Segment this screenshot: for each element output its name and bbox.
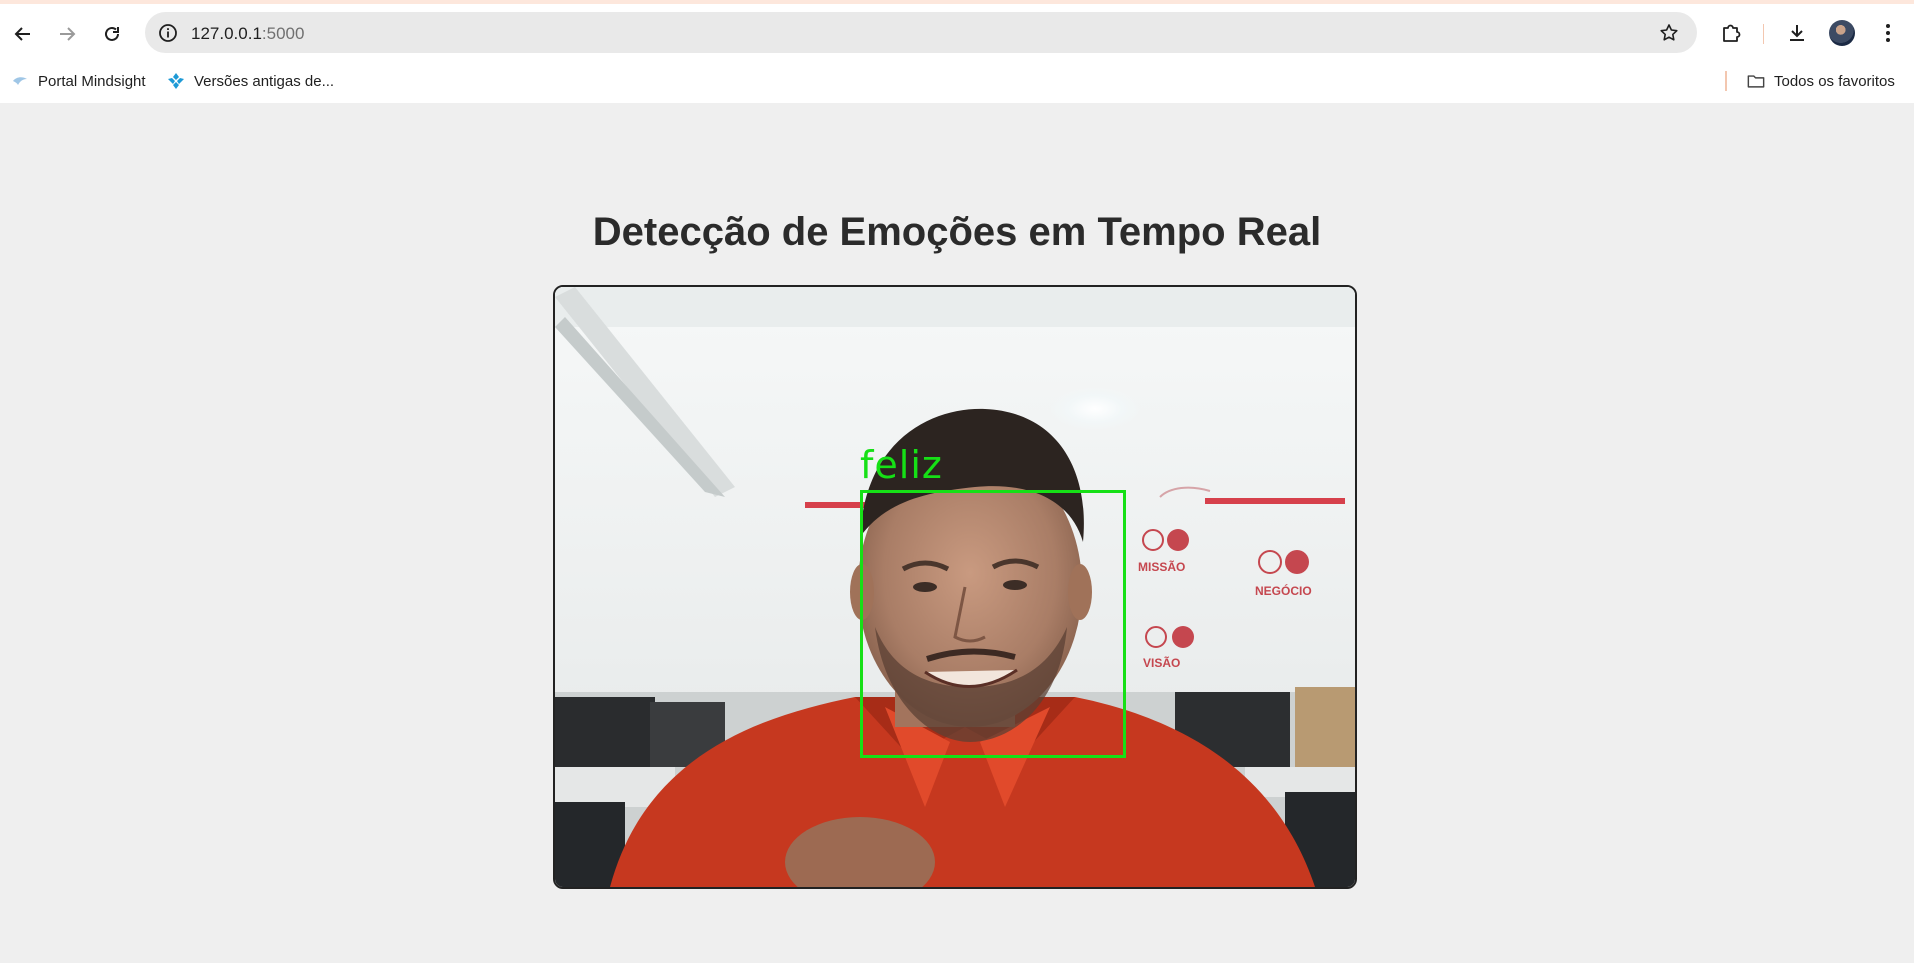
all-bookmarks-label: Todos os favoritos xyxy=(1774,72,1895,90)
profile-avatar[interactable] xyxy=(1829,20,1855,46)
bookmarks-divider xyxy=(1725,71,1727,91)
puzzle-icon xyxy=(1723,24,1741,42)
wall-sign-negocio: NEGÓCIO xyxy=(1255,583,1312,598)
back-arrow-icon xyxy=(14,27,30,41)
bookmark-star-icon[interactable] xyxy=(1657,21,1681,45)
reload-button[interactable] xyxy=(94,16,130,52)
download-icon xyxy=(1790,25,1804,41)
extensions-button[interactable] xyxy=(1716,18,1746,48)
folder-icon xyxy=(1747,72,1765,90)
forward-button[interactable] xyxy=(49,16,85,52)
page-title: Detecção de Emoções em Tempo Real xyxy=(592,210,1322,254)
url-text[interactable]: 127.0.0.1:5000 xyxy=(191,24,304,44)
menu-button[interactable] xyxy=(1873,18,1903,48)
face-detection-box xyxy=(860,490,1126,758)
toolbar-divider xyxy=(1763,24,1764,44)
url-host: 127.0.0.1 xyxy=(191,24,262,43)
bookmarks-bar: Portal Mindsight Versões antigas de... T… xyxy=(0,59,1914,103)
webcam-video-feed: MISSÃO NEGÓCIO VISÃO feliz xyxy=(553,285,1357,889)
forward-arrow-icon xyxy=(60,27,76,41)
wall-sign-missao: MISSÃO xyxy=(1138,559,1185,574)
wall-sign-visao: VISÃO xyxy=(1143,655,1180,670)
bookmark-label: Versões antigas de... xyxy=(194,72,335,90)
mindsight-favicon-icon xyxy=(11,72,29,90)
blue-diamond-favicon-icon xyxy=(167,72,185,90)
bookmark-label: Portal Mindsight xyxy=(38,72,146,90)
site-info-icon[interactable] xyxy=(156,21,180,45)
url-port: :5000 xyxy=(261,24,305,43)
reload-icon xyxy=(105,26,119,41)
more-vert-icon xyxy=(1886,24,1890,42)
downloads-button[interactable] xyxy=(1782,18,1812,48)
all-bookmarks-button[interactable]: Todos os favoritos xyxy=(1747,68,1895,94)
bookmark-portal-mindsight[interactable]: Portal Mindsight xyxy=(11,68,146,94)
emotion-label: feliz xyxy=(860,443,943,487)
browser-toolbar: 127.0.0.1:5000 xyxy=(0,4,1914,59)
bookmark-versoes-antigas[interactable]: Versões antigas de... xyxy=(167,68,334,94)
back-button[interactable] xyxy=(5,16,41,52)
address-bar[interactable]: 127.0.0.1:5000 xyxy=(145,12,1697,53)
